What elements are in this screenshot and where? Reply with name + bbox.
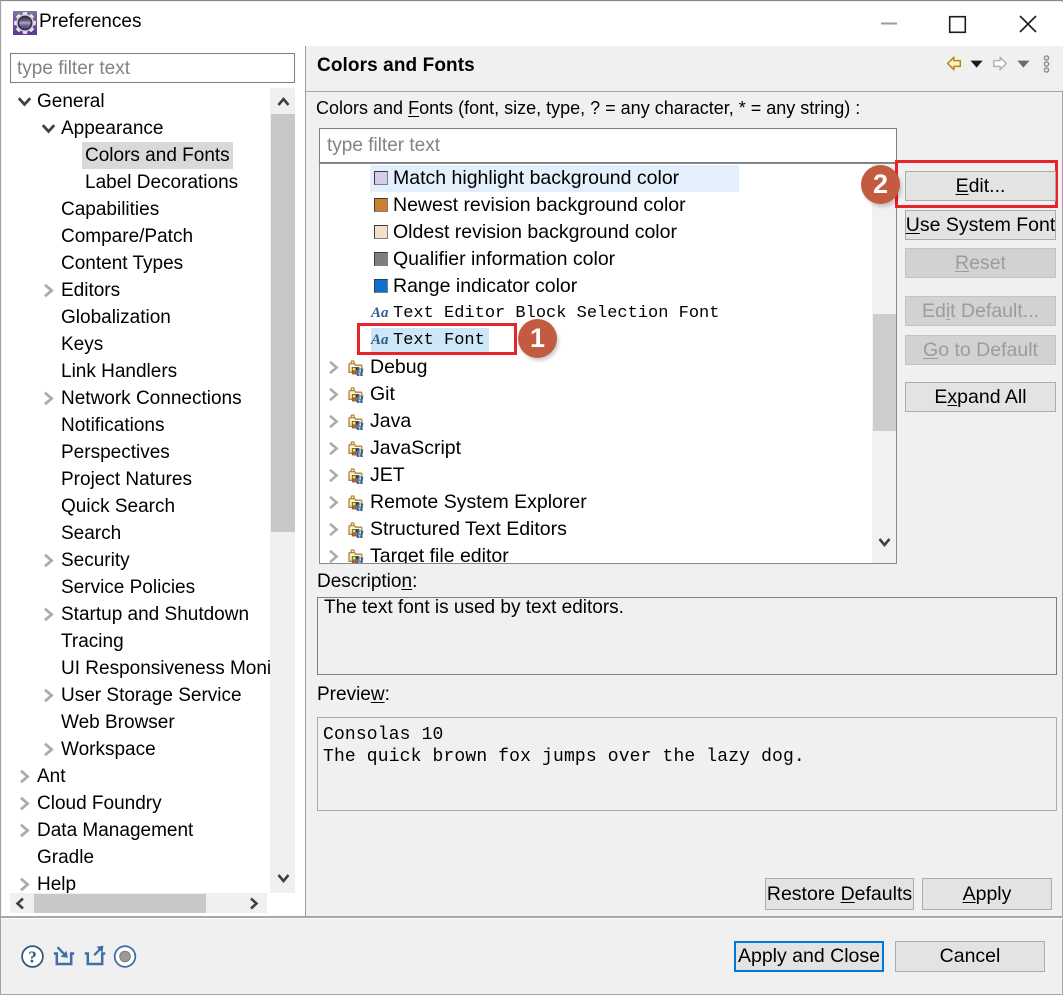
svg-text:a: a bbox=[356, 552, 364, 564]
svg-text:a: a bbox=[356, 390, 364, 405]
svg-text:?: ? bbox=[28, 947, 37, 966]
svg-text:a: a bbox=[356, 525, 364, 540]
svg-text:a: a bbox=[356, 417, 364, 432]
svg-text:a: a bbox=[356, 471, 364, 486]
svg-text:a: a bbox=[356, 498, 364, 513]
svg-text:a: a bbox=[356, 444, 364, 459]
svg-text:a: a bbox=[356, 363, 364, 378]
